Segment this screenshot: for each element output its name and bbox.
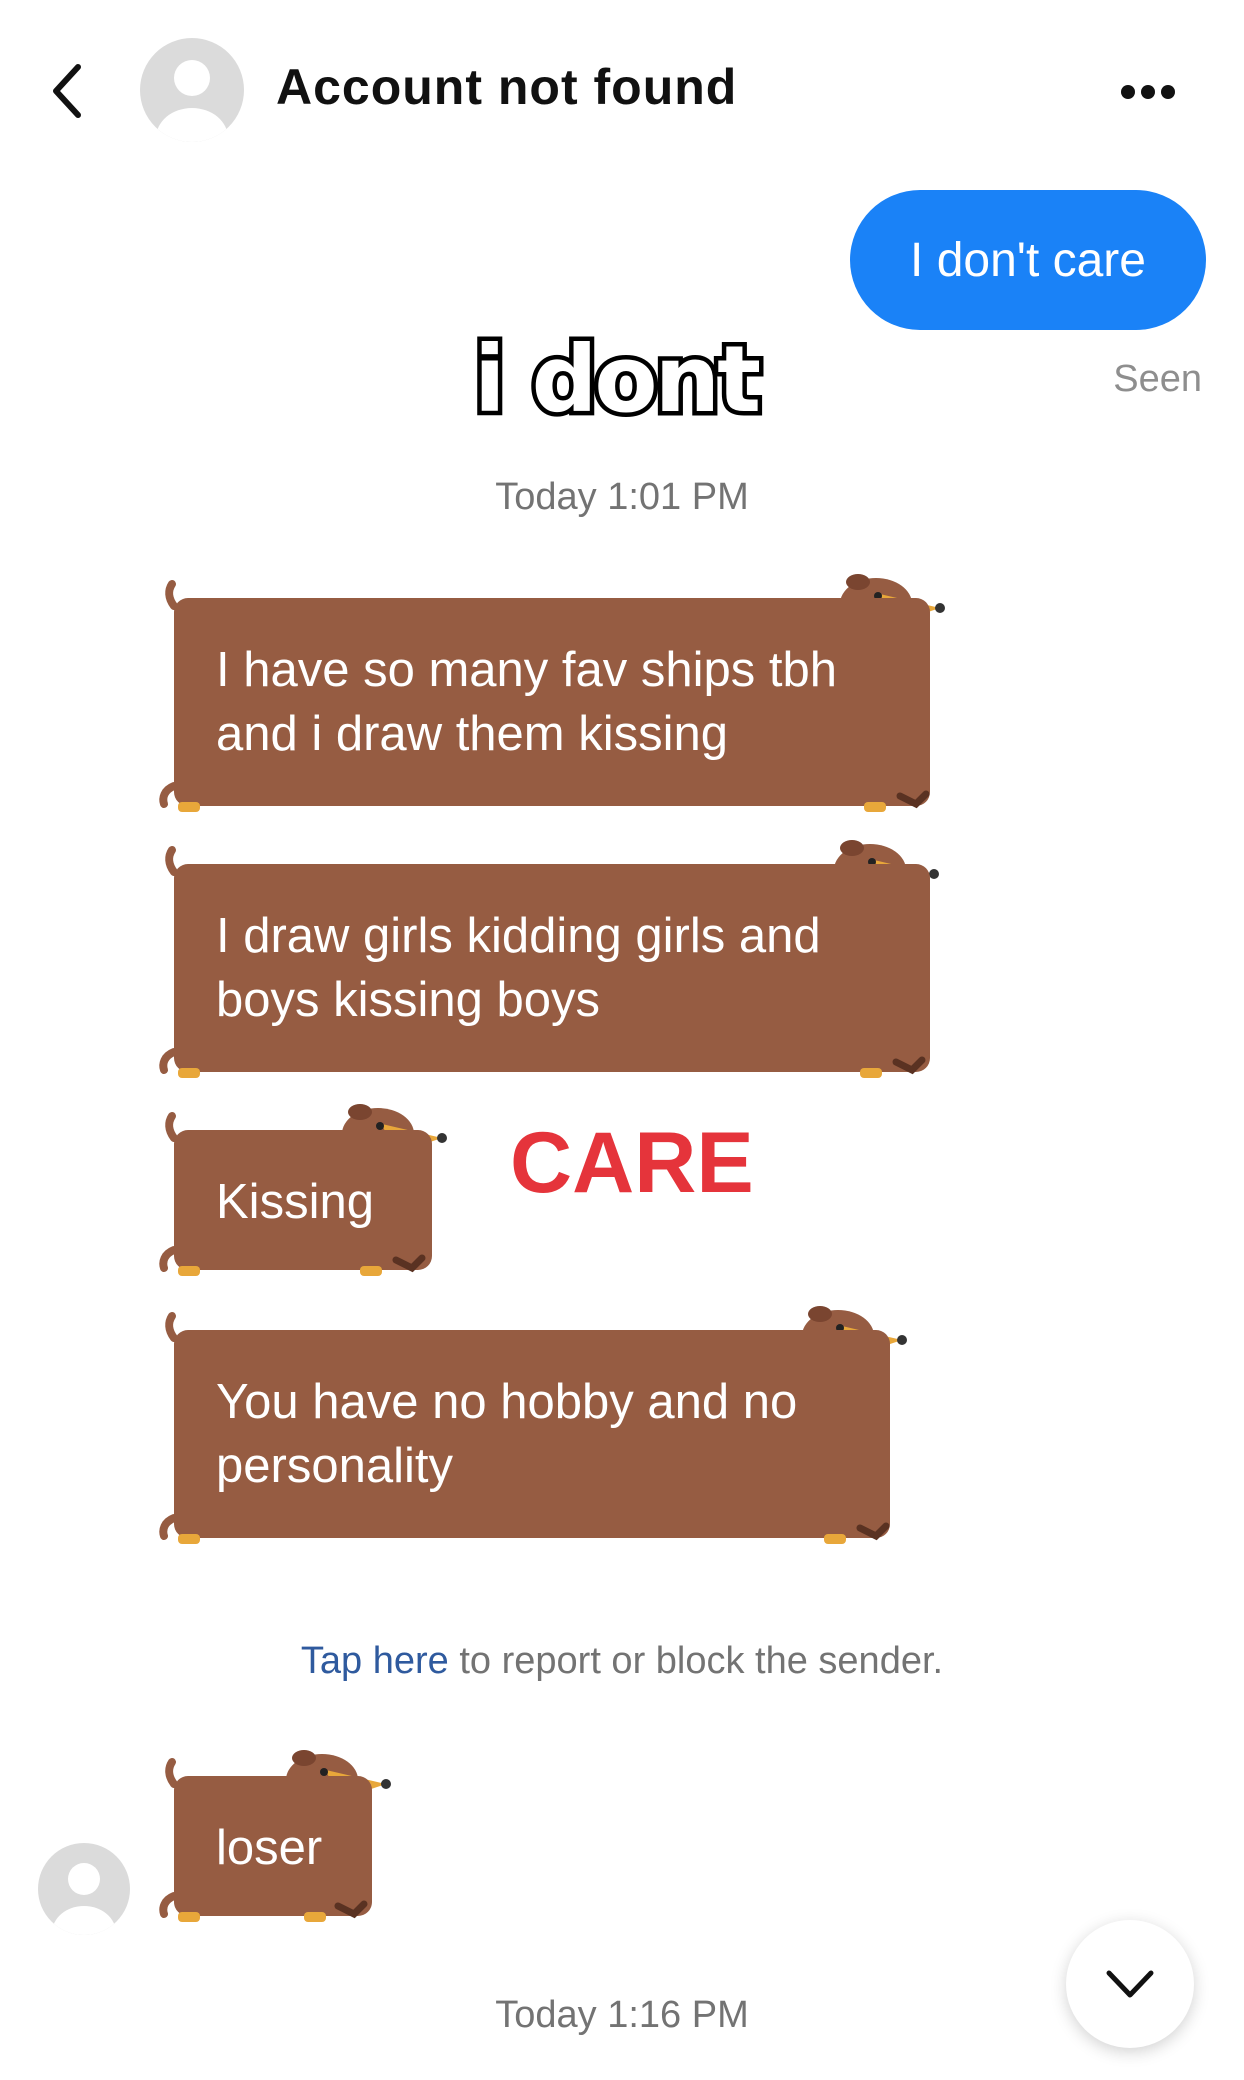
received-message-bubble[interactable]: I have so many fav ships tbh and i draw … <box>159 574 945 812</box>
chevron-down-icon <box>1106 1970 1154 1998</box>
report-notice: Tap here to report or block the sender. <box>0 1640 1244 1683</box>
seen-status: Seen <box>1113 358 1202 400</box>
scroll-to-bottom-button[interactable] <box>1066 1920 1194 2048</box>
dog-legs <box>159 1048 926 1078</box>
message-line: boys kissing boys <box>216 973 601 1027</box>
timestamp: Today 1:01 PM <box>495 476 749 518</box>
received-message-bubble[interactable]: You have no hobby and no personality <box>159 1306 907 1544</box>
overlay-text-middle: CARE <box>510 1115 754 1211</box>
report-notice-text: to report or block the sender. <box>448 1640 944 1682</box>
message-line: loser <box>216 1821 323 1875</box>
header-avatar[interactable] <box>140 38 244 142</box>
received-message-bubble[interactable]: loser <box>159 1750 391 1922</box>
message-line: personality <box>216 1439 453 1493</box>
message-line: and i draw them kissing <box>216 707 729 761</box>
dog-legs <box>159 1514 890 1544</box>
received-message-bubble[interactable]: Kissing <box>159 1104 447 1276</box>
timestamp: Today 1:16 PM <box>495 1994 749 2036</box>
dog-legs <box>159 1246 426 1276</box>
sent-message-text: I don't care <box>910 233 1146 287</box>
received-message-bubble[interactable]: I draw girls kidding girls and boys kiss… <box>159 840 939 1078</box>
dog-legs <box>159 1892 368 1922</box>
more-horizontal-icon <box>1121 85 1175 99</box>
chevron-left-icon <box>53 64 81 118</box>
default-avatar-icon <box>52 1863 116 1935</box>
default-avatar-icon <box>156 60 228 142</box>
sent-message-bubble[interactable]: I don't care <box>850 190 1206 330</box>
message-line: I draw girls kidding girls and <box>216 909 821 963</box>
message-line: I have so many fav ships tbh <box>216 643 837 697</box>
conversation-title[interactable]: Account not found <box>276 58 737 116</box>
dog-legs <box>159 782 930 812</box>
tap-here-link[interactable]: Tap here <box>301 1640 449 1682</box>
message-line: Kissing <box>216 1175 374 1229</box>
overlay-text-top: i dont <box>469 322 765 438</box>
message-line: You have no hobby and no <box>216 1375 798 1429</box>
more-options-button[interactable] <box>1108 72 1188 112</box>
sender-avatar[interactable] <box>38 1843 130 1935</box>
back-button[interactable] <box>48 56 98 126</box>
